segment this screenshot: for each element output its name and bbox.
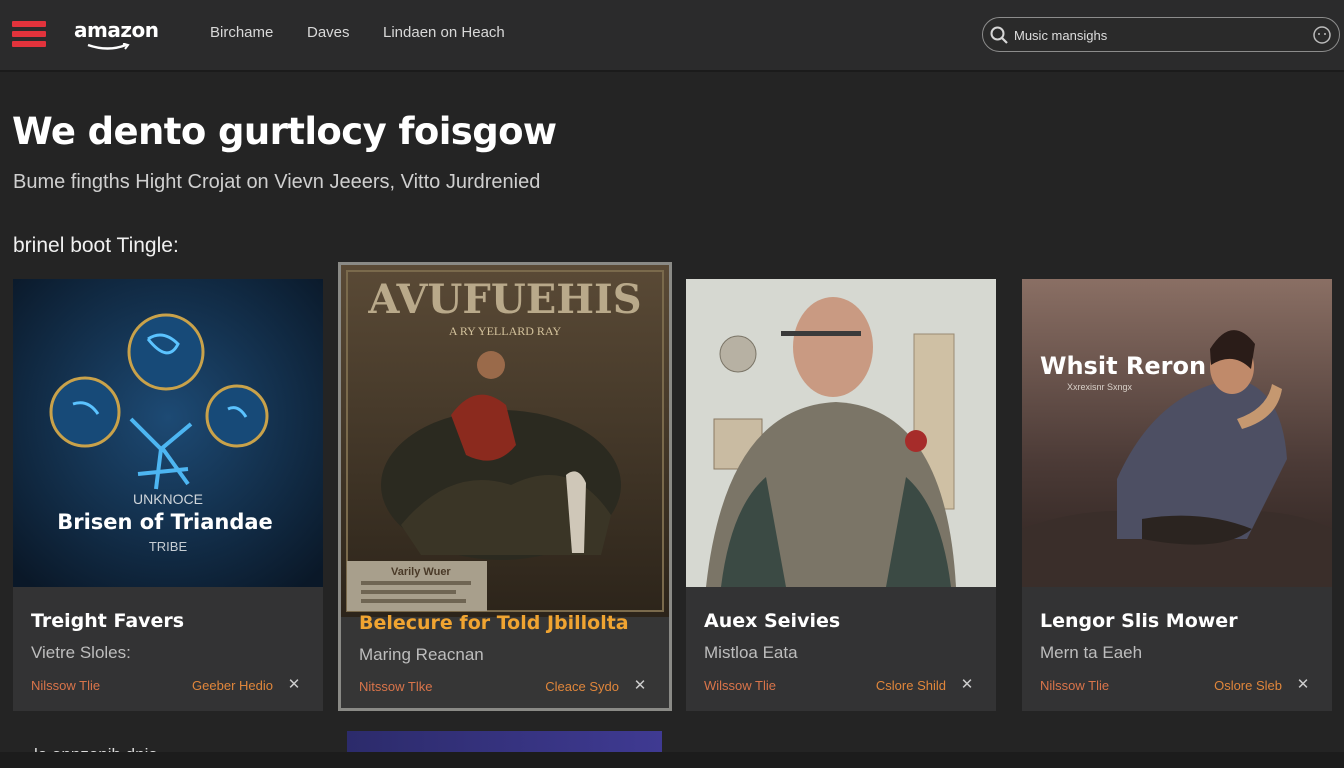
card-title: Auex Seivies	[704, 610, 841, 632]
card-footer-left[interactable]: Nitssow Tlke	[359, 679, 432, 694]
card-footer-right[interactable]: Cleace Sydo	[545, 679, 619, 694]
card-subtitle: Maring Reacnan	[359, 645, 484, 664]
cover-footer: TRIBE	[149, 539, 188, 554]
card-subtitle: Mern ta Eaeh	[1040, 643, 1143, 662]
logo-smile-icon	[87, 43, 130, 50]
search-box	[982, 17, 1340, 52]
dismiss-icon[interactable]: ✕	[958, 676, 976, 694]
page-subtitle: Bume fingths Hight Crojat on Vievn Jeeer…	[13, 171, 541, 193]
cover-title: Brisen of Triandae	[57, 510, 273, 534]
book-card-1[interactable]: UNKNOCE Brisen of Triandae TRIBE Treight…	[13, 279, 323, 711]
hamburger-menu-icon[interactable]	[12, 21, 46, 47]
top-navigation-bar: amazon Birchame Daves Lindaen on Heach	[0, 0, 1344, 72]
cover-title: Whsit Reron	[1040, 352, 1206, 380]
cover-tagline: Xxrexisnr Sxngx	[1067, 382, 1133, 392]
cover-title: AVUFUEHIS	[367, 276, 641, 323]
cover-note: Varily Wuer	[391, 566, 451, 578]
card-title: Lengor Slis Mower	[1040, 610, 1238, 632]
card-subtitle: Mistloa Eata	[704, 643, 798, 662]
card-footer-right[interactable]: Oslore Sleb	[1214, 678, 1282, 693]
page-title: We dento gurtlocy foisgow	[12, 110, 557, 153]
book-card-3[interactable]: Auex Seivies Mistloa Eata Wilssow Tlie C…	[686, 279, 996, 711]
card-title: Treight Favers	[31, 610, 185, 632]
book-cover-3	[686, 279, 996, 587]
amazon-logo[interactable]: amazon	[74, 18, 159, 42]
book-card-2[interactable]: AVUFUEHIS A RY YELLARD RAY Varily Wuer B…	[338, 262, 672, 711]
card-footer: Nilssow Tlie Oslore Sleb ✕	[1040, 676, 1316, 697]
bottom-bar	[0, 752, 1344, 768]
nav-link-3[interactable]: Lindaen on Heach	[383, 24, 505, 41]
card-title: Belecure for Told Jbillolta	[359, 612, 629, 634]
card-footer-right[interactable]: Cslore Shild	[876, 678, 946, 693]
card-footer: Nitssow Tlke Cleace Sydo ✕	[359, 677, 653, 698]
book-card-4[interactable]: Whsit Reron Xxrexisnr Sxngx Lengor Slis …	[1022, 279, 1332, 711]
nav-link-2[interactable]: Daves	[307, 24, 350, 41]
book-cover-2: AVUFUEHIS A RY YELLARD RAY Varily Wuer	[341, 265, 669, 617]
book-cover-1: UNKNOCE Brisen of Triandae TRIBE	[13, 279, 323, 587]
voice-search-icon[interactable]	[1312, 25, 1332, 45]
dismiss-icon[interactable]: ✕	[631, 677, 649, 695]
cover-tagline: A RY YELLARD RAY	[449, 324, 562, 338]
book-cover-4: Whsit Reron Xxrexisnr Sxngx	[1022, 279, 1332, 587]
search-icon[interactable]	[989, 25, 1009, 45]
card-footer-left[interactable]: Wilssow Tlie	[704, 678, 776, 693]
dismiss-icon[interactable]: ✕	[285, 676, 303, 694]
search-input[interactable]	[1014, 24, 1304, 46]
card-footer-left[interactable]: Nilssow Tlie	[1040, 678, 1109, 693]
cover-kicker: UNKNOCE	[133, 491, 203, 507]
card-subtitle: Vietre Sloles:	[31, 643, 131, 662]
card-footer: Wilssow Tlie Cslore Shild ✕	[704, 676, 980, 697]
section-heading: brinel boot Tingle:	[13, 234, 179, 257]
card-footer-left[interactable]: Nilssow Tlie	[31, 678, 100, 693]
card-footer-right[interactable]: Geeber Hedio	[192, 678, 273, 693]
nav-link-1[interactable]: Birchame	[210, 24, 273, 41]
dismiss-icon[interactable]: ✕	[1294, 676, 1312, 694]
card-footer: Nilssow Tlie Geeber Hedio ✕	[31, 676, 307, 697]
